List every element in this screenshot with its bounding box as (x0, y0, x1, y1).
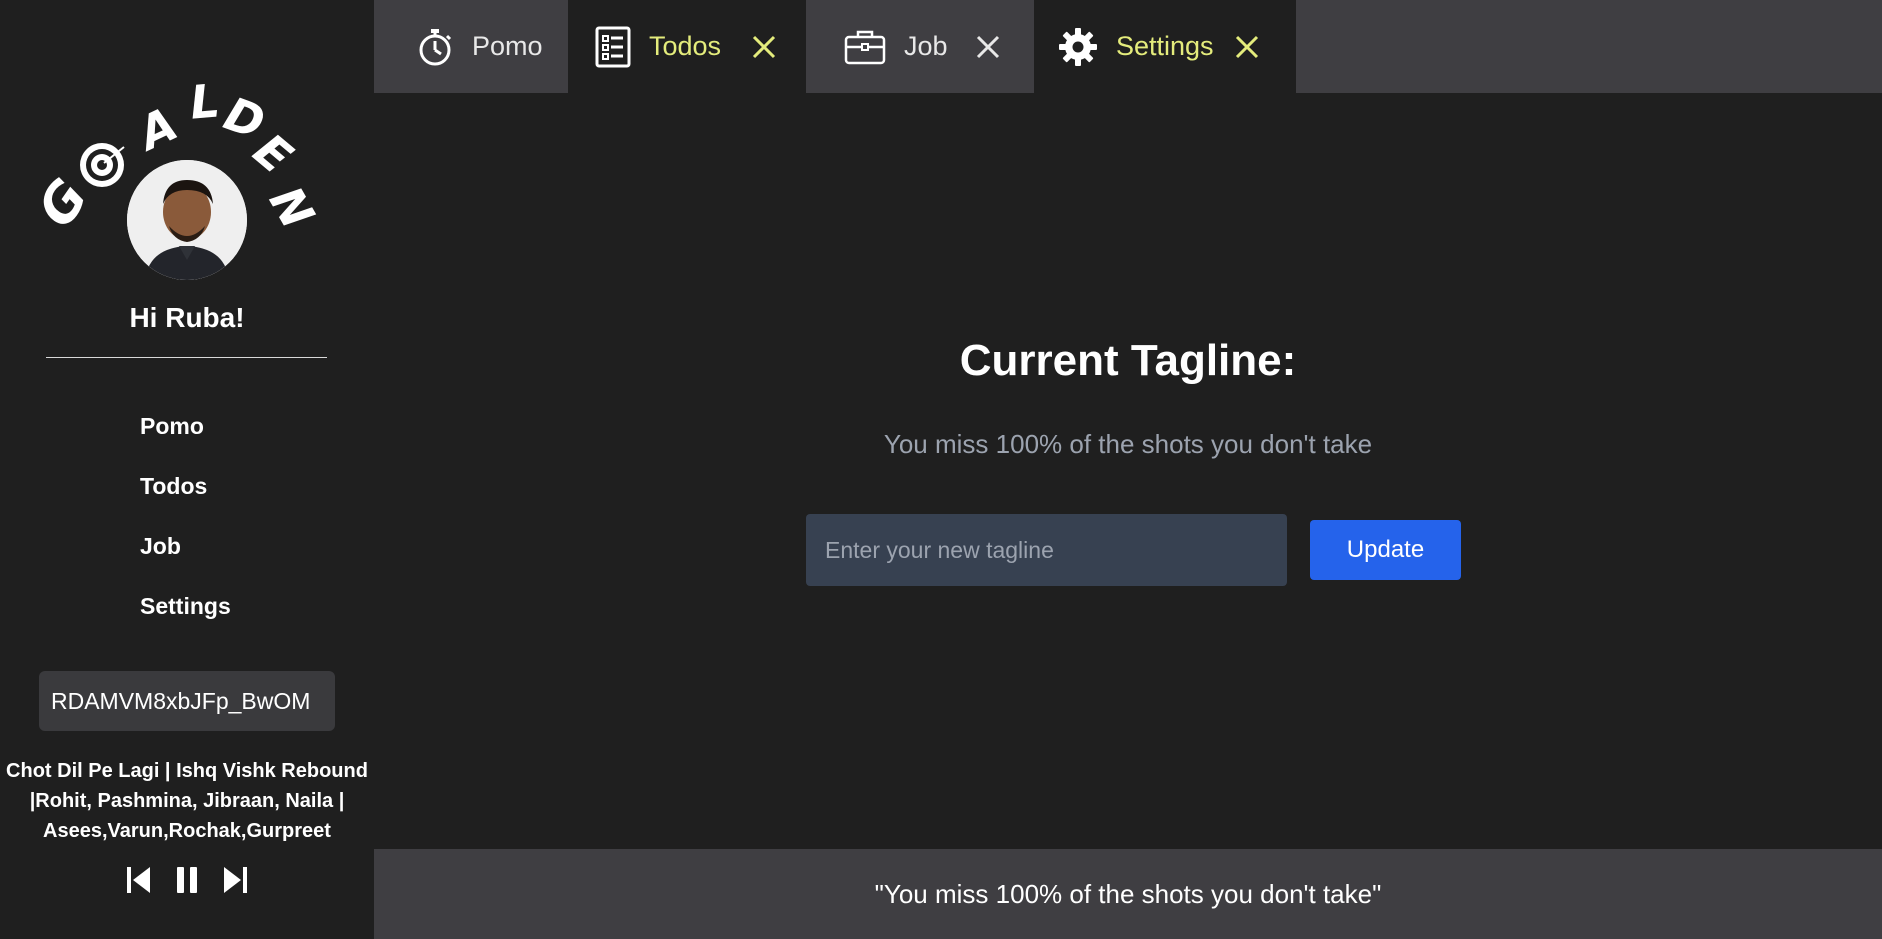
svg-text:N: N (259, 177, 325, 237)
song-title-line: |Rohit, Pashmina, Jibraan, Naila | (29, 790, 345, 812)
tab-job[interactable]: Job (806, 0, 1034, 93)
sidebar-item-settings[interactable]: Settings (140, 585, 231, 645)
tab-label: Job (904, 31, 948, 61)
briefcase-icon (844, 29, 886, 65)
update-button[interactable]: Update (1310, 520, 1461, 580)
tagline-input[interactable] (806, 514, 1287, 586)
tab-label: Settings (1116, 31, 1214, 61)
sidebar-divider (46, 357, 327, 358)
greeting: Hi Ruba! (129, 302, 245, 333)
svg-text:A: A (128, 97, 186, 162)
sidebar: G A L D E N Hi Ruba! Pomo Todos Job Sett… (0, 0, 374, 939)
svg-text:L: L (188, 73, 222, 129)
sidebar-item-todos[interactable]: Todos (140, 465, 231, 525)
skip-next-icon[interactable] (220, 862, 250, 898)
sidebar-item-job[interactable]: Job (140, 525, 231, 585)
page-title: Current Tagline: (959, 336, 1297, 385)
footer-quote: "You miss 100% of the shots you don't ta… (874, 878, 1382, 909)
video-id-input[interactable] (39, 671, 335, 731)
footer-quote-bar: "You miss 100% of the shots you don't ta… (374, 849, 1882, 939)
tab-pomo[interactable]: Pomo (374, 0, 568, 93)
music-player-controls (124, 862, 250, 898)
skip-previous-icon[interactable] (124, 862, 154, 898)
pause-icon[interactable] (172, 862, 202, 898)
tab-todos[interactable]: Todos (568, 0, 806, 93)
gear-icon (1058, 27, 1098, 67)
avatar (127, 160, 247, 280)
tab-bar: Pomo Todos Job Settings (374, 0, 1882, 93)
close-icon[interactable] (976, 35, 1000, 59)
current-tagline: You miss 100% of the shots you don't tak… (883, 429, 1373, 459)
close-icon[interactable] (752, 35, 776, 59)
stopwatch-icon (416, 27, 454, 67)
sidebar-item-pomo[interactable]: Pomo (140, 405, 231, 465)
tab-settings[interactable]: Settings (1034, 0, 1296, 93)
checklist-icon (595, 26, 631, 68)
tab-bar-filler (1296, 0, 1882, 93)
song-title: Chot Dil Pe Lagi | Ishq Vishk Rebound |R… (0, 756, 374, 846)
tab-label: Todos (649, 31, 722, 61)
close-icon[interactable] (1235, 35, 1259, 59)
sidebar-nav: Pomo Todos Job Settings (140, 405, 231, 645)
song-title-line: Chot Dil Pe Lagi | Ishq Vishk Rebound (6, 760, 368, 782)
user-avatar-image (127, 160, 247, 280)
song-title-line: Asees,Varun,Rochak,Gurpreet (43, 820, 331, 842)
tab-label: Pomo (472, 31, 543, 61)
